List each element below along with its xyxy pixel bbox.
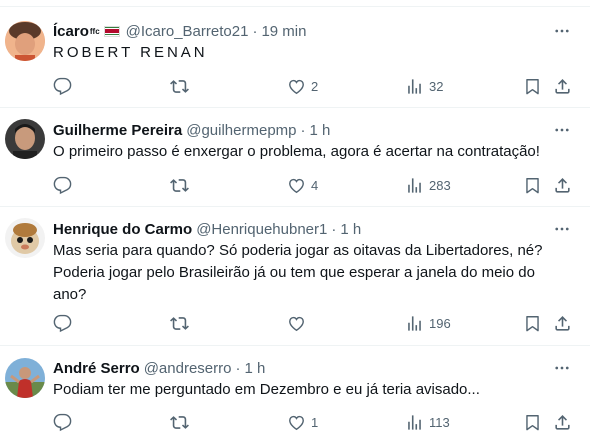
retweet-icon bbox=[170, 316, 189, 330]
bookmark-icon bbox=[526, 177, 539, 193]
author-name[interactable]: André Serro bbox=[53, 360, 140, 377]
tweet-4[interactable]: André Serro @andreserro · 1 h Podiam ter… bbox=[0, 346, 590, 442]
views-icon bbox=[408, 78, 421, 94]
reply-icon bbox=[53, 413, 72, 431]
timestamp[interactable]: 1 h bbox=[244, 360, 265, 377]
views-count: 32 bbox=[429, 78, 444, 94]
views-icon bbox=[408, 414, 421, 430]
tweet-1[interactable]: Ícaro ffc @Icaro_Barreto21 · 19 min ROBE… bbox=[0, 7, 590, 108]
author-name[interactable]: Guilherme Pereira bbox=[53, 122, 182, 139]
share-icon bbox=[555, 78, 570, 94]
author-handle[interactable]: @Icaro_Barreto21 bbox=[126, 23, 249, 40]
author-name[interactable]: Ícaro bbox=[53, 23, 89, 40]
avatar[interactable] bbox=[5, 218, 45, 258]
tweet-text: ROBERT RENAN bbox=[53, 44, 208, 61]
author-handle[interactable]: @Henriquehubner1 bbox=[196, 221, 327, 238]
heart-icon bbox=[289, 79, 304, 94]
tweet-text: O primeiro passo é enxergar o problema, … bbox=[53, 143, 540, 160]
action-bar: 1 113 bbox=[53, 412, 573, 432]
author-handle[interactable]: @guilhermepmp bbox=[186, 122, 296, 139]
views-count: 196 bbox=[429, 315, 451, 331]
author-handle[interactable]: @andreserro bbox=[144, 360, 232, 377]
share-icon bbox=[555, 177, 570, 193]
retweet-icon bbox=[170, 79, 189, 93]
like-count: 2 bbox=[311, 78, 319, 94]
reply-icon bbox=[53, 176, 72, 194]
retweet-icon bbox=[170, 178, 189, 192]
views-button[interactable]: 113 bbox=[405, 412, 450, 432]
bookmark-icon bbox=[526, 315, 539, 331]
heart-icon bbox=[289, 415, 304, 430]
tweet-3[interactable]: Henrique do Carmo @Henriquehubner1 · 1 h… bbox=[0, 207, 590, 346]
top-divider bbox=[0, 0, 590, 7]
separator-dot: · bbox=[252, 22, 258, 40]
like-button[interactable] bbox=[287, 313, 311, 333]
retweet-button[interactable] bbox=[170, 313, 194, 333]
reply-button[interactable] bbox=[53, 412, 77, 432]
share-button[interactable] bbox=[553, 313, 572, 333]
tweet-header: André Serro @andreserro · 1 h bbox=[53, 358, 265, 378]
reply-button[interactable] bbox=[53, 76, 77, 96]
suriname-flag-icon bbox=[103, 25, 120, 37]
share-button[interactable] bbox=[553, 76, 572, 96]
views-count: 113 bbox=[429, 414, 450, 430]
separator-dot: · bbox=[300, 121, 306, 139]
tweet-text: Podiam ter me perguntado em Dezembro e e… bbox=[53, 381, 480, 398]
bookmark-icon bbox=[526, 78, 539, 94]
more-icon[interactable] bbox=[552, 358, 572, 378]
action-bar: 196 bbox=[53, 313, 573, 333]
share-button[interactable] bbox=[553, 412, 572, 432]
reply-icon bbox=[53, 77, 72, 95]
reply-button[interactable] bbox=[53, 175, 77, 195]
name-badge: ffc bbox=[89, 26, 100, 36]
views-button[interactable]: 196 bbox=[405, 313, 451, 333]
like-count: 1 bbox=[311, 414, 319, 430]
more-icon[interactable] bbox=[552, 21, 572, 41]
tweet-header: Ícaro ffc @Icaro_Barreto21 · 19 min bbox=[53, 21, 306, 41]
views-button[interactable]: 283 bbox=[405, 175, 451, 195]
tweet-header: Henrique do Carmo @Henriquehubner1 · 1 h bbox=[53, 219, 361, 239]
share-button[interactable] bbox=[553, 175, 572, 195]
tweet-header: Guilherme Pereira @guilhermepmp · 1 h bbox=[53, 120, 330, 140]
bookmark-button[interactable] bbox=[523, 313, 542, 333]
heart-icon bbox=[289, 316, 304, 331]
timestamp[interactable]: 1 h bbox=[310, 122, 331, 139]
more-icon[interactable] bbox=[552, 120, 572, 140]
views-count: 283 bbox=[429, 177, 451, 193]
retweet-button[interactable] bbox=[170, 76, 194, 96]
bookmark-button[interactable] bbox=[523, 76, 542, 96]
tweet-text: Mas seria para quando? Só poderia jogar … bbox=[53, 242, 543, 303]
retweet-icon bbox=[170, 415, 189, 429]
retweet-button[interactable] bbox=[170, 412, 194, 432]
views-button[interactable]: 32 bbox=[405, 76, 443, 96]
timestamp[interactable]: 1 h bbox=[340, 221, 361, 238]
bookmark-button[interactable] bbox=[523, 175, 542, 195]
share-icon bbox=[555, 414, 570, 430]
more-icon[interactable] bbox=[552, 219, 572, 239]
bookmark-button[interactable] bbox=[523, 412, 542, 432]
separator-dot: · bbox=[331, 220, 337, 238]
like-count: 4 bbox=[311, 177, 319, 193]
views-icon bbox=[408, 177, 421, 193]
avatar[interactable] bbox=[5, 119, 45, 159]
action-bar: 4 283 bbox=[53, 175, 573, 195]
avatar[interactable] bbox=[5, 358, 45, 398]
author-name[interactable]: Henrique do Carmo bbox=[53, 221, 192, 238]
like-button[interactable]: 1 bbox=[287, 412, 318, 432]
retweet-button[interactable] bbox=[170, 175, 194, 195]
avatar[interactable] bbox=[5, 21, 45, 61]
like-button[interactable]: 2 bbox=[287, 76, 318, 96]
like-button[interactable]: 4 bbox=[287, 175, 318, 195]
tweet-2[interactable]: Guilherme Pereira @guilhermepmp · 1 h O … bbox=[0, 108, 590, 207]
separator-dot: · bbox=[235, 359, 241, 377]
views-icon bbox=[408, 315, 421, 331]
timestamp[interactable]: 19 min bbox=[261, 23, 306, 40]
reply-icon bbox=[53, 314, 72, 332]
heart-icon bbox=[289, 178, 304, 193]
bookmark-icon bbox=[526, 414, 539, 430]
share-icon bbox=[555, 315, 570, 331]
reply-button[interactable] bbox=[53, 313, 77, 333]
action-bar: 2 32 bbox=[53, 76, 573, 96]
